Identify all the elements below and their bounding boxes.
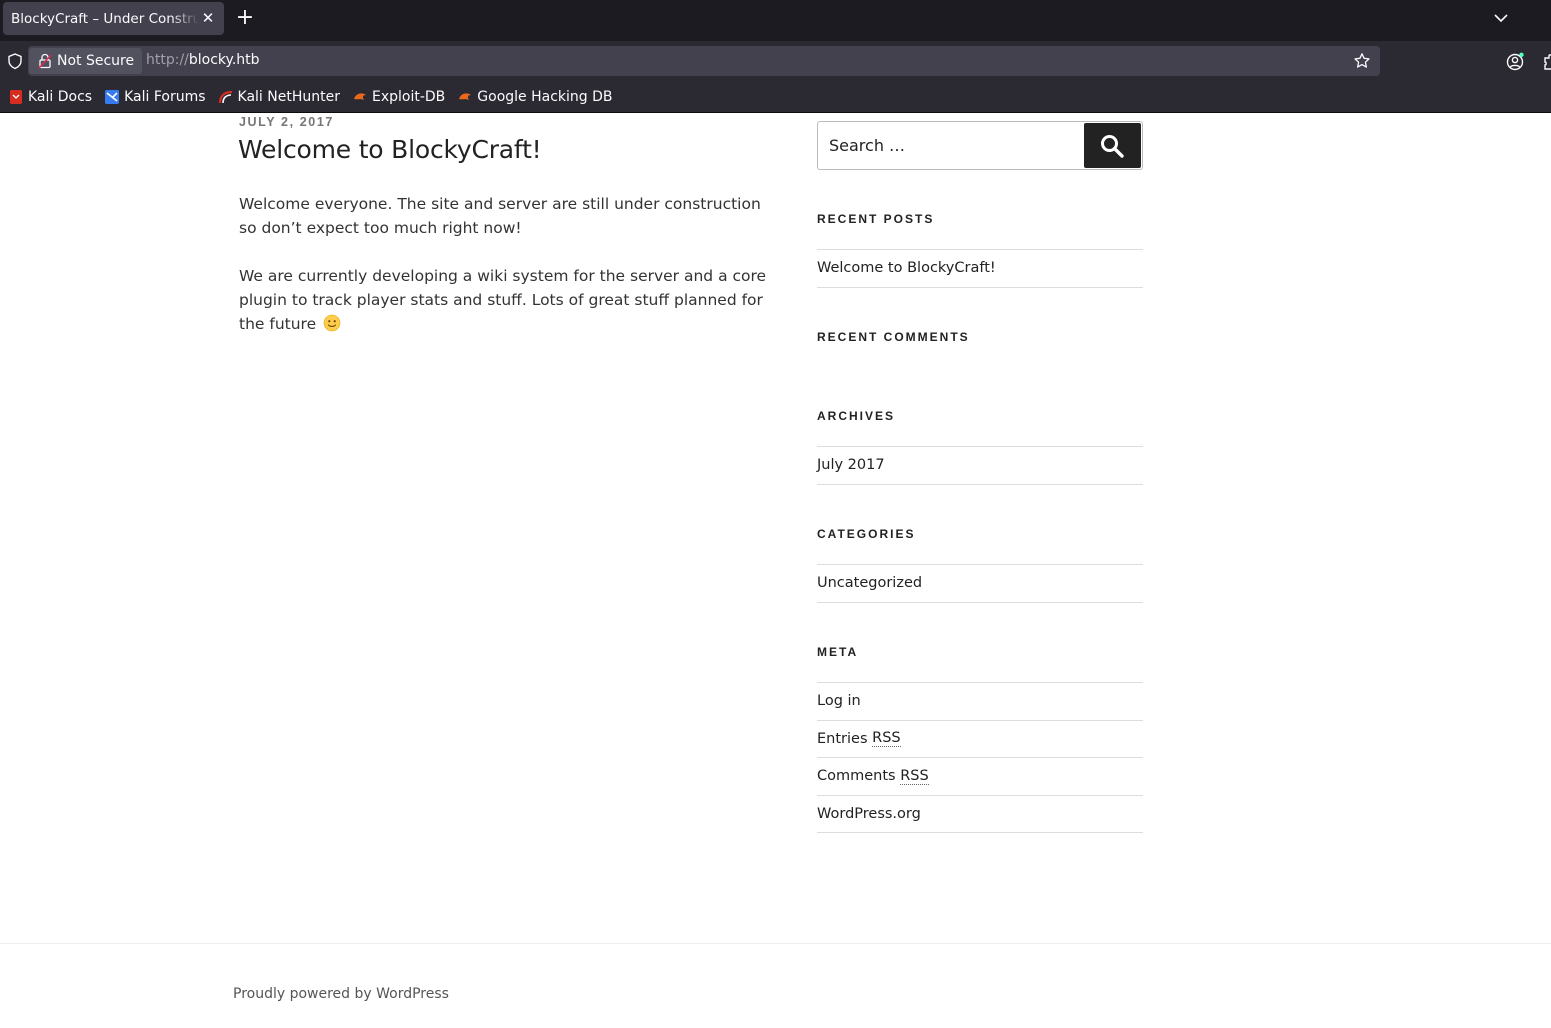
bookmark-exploit-db[interactable]: Exploit-DB bbox=[352, 89, 445, 105]
footer-divider bbox=[0, 943, 1551, 944]
extensions-icon[interactable] bbox=[1541, 52, 1551, 72]
bookmarks-toolbar: Kali Docs Kali Forums Kali NetHunter Exp… bbox=[0, 82, 1551, 112]
archives-list: July 2017 bbox=[817, 446, 1143, 485]
categories-list: Uncategorized bbox=[817, 564, 1143, 603]
account-icon[interactable] bbox=[1505, 52, 1525, 72]
tab-title: BlockyCraft – Under Construction! bbox=[11, 10, 199, 27]
archives-title: ARCHIVES bbox=[817, 409, 896, 423]
search-form bbox=[817, 121, 1143, 170]
post-title[interactable]: Welcome to BlockyCraft! bbox=[238, 135, 542, 164]
comments-rss-link[interactable]: Comments RSS bbox=[817, 758, 1143, 796]
search-button[interactable] bbox=[1084, 123, 1141, 168]
bookmark-star-icon[interactable] bbox=[1353, 52, 1371, 70]
post-paragraph: Welcome everyone. The site and server ar… bbox=[239, 195, 761, 237]
browser-tab-bar: BlockyCraft – Under Construction! ✕ + bbox=[0, 0, 1551, 41]
recent-posts-title: RECENT POSTS bbox=[817, 212, 935, 226]
insecure-lock-icon bbox=[38, 53, 52, 69]
plus-icon[interactable]: + bbox=[234, 7, 256, 29]
wordpress-org-link[interactable]: WordPress.org bbox=[817, 796, 1143, 833]
archive-link[interactable]: July 2017 bbox=[817, 447, 1143, 485]
recent-comments-title: RECENT COMMENTS bbox=[817, 330, 970, 344]
kali-docs-icon bbox=[10, 90, 22, 104]
kali-nethunter-icon bbox=[218, 90, 232, 104]
post-date[interactable]: JULY 2, 2017 bbox=[239, 115, 334, 129]
shield-icon[interactable] bbox=[6, 52, 24, 70]
chevron-down-icon[interactable] bbox=[1492, 9, 1510, 27]
search-input[interactable] bbox=[818, 122, 1084, 169]
category-link[interactable]: Uncategorized bbox=[817, 565, 1143, 603]
close-icon[interactable]: ✕ bbox=[200, 10, 216, 26]
smiley-icon bbox=[323, 314, 341, 332]
not-secure-indicator[interactable]: Not Secure bbox=[29, 48, 143, 74]
url-bar[interactable]: Not Secure http://blocky.htb bbox=[28, 46, 1380, 76]
exploit-db-icon bbox=[353, 93, 366, 100]
recent-post-link[interactable]: Welcome to BlockyCraft! bbox=[817, 250, 1143, 288]
url-text[interactable]: http://blocky.htb bbox=[146, 52, 260, 68]
footer-credit-link[interactable]: Proudly powered by WordPress bbox=[233, 986, 449, 1002]
recent-posts-list: Welcome to BlockyCraft! bbox=[817, 249, 1143, 288]
search-icon bbox=[1101, 135, 1124, 158]
meta-title: META bbox=[817, 645, 859, 659]
meta-list: Log in Entries RSS Comments RSS WordPres… bbox=[817, 682, 1143, 833]
navigation-toolbar: Not Secure http://blocky.htb bbox=[0, 41, 1551, 82]
post-body: Welcome everyone. The site and server ar… bbox=[239, 192, 774, 360]
bookmark-kali-docs[interactable]: Kali Docs bbox=[8, 89, 92, 105]
bookmark-kali-nethunter[interactable]: Kali NetHunter bbox=[218, 89, 340, 105]
google-hacking-db-icon bbox=[459, 93, 472, 100]
not-secure-label: Not Secure bbox=[57, 53, 135, 69]
categories-title: CATEGORIES bbox=[817, 527, 916, 541]
bookmark-google-hacking-db[interactable]: Google Hacking DB bbox=[457, 89, 613, 105]
page-content: JULY 2, 2017 Welcome to BlockyCraft! Wel… bbox=[0, 113, 1551, 1028]
browser-tab[interactable]: BlockyCraft – Under Construction! ✕ bbox=[3, 2, 224, 35]
entries-rss-link[interactable]: Entries RSS bbox=[817, 721, 1143, 758]
kali-forums-icon bbox=[105, 90, 120, 104]
login-link[interactable]: Log in bbox=[817, 683, 1143, 721]
post-paragraph-with-smiley: We are currently developing a wiki syste… bbox=[239, 267, 767, 333]
bookmark-kali-forums[interactable]: Kali Forums bbox=[104, 89, 206, 105]
